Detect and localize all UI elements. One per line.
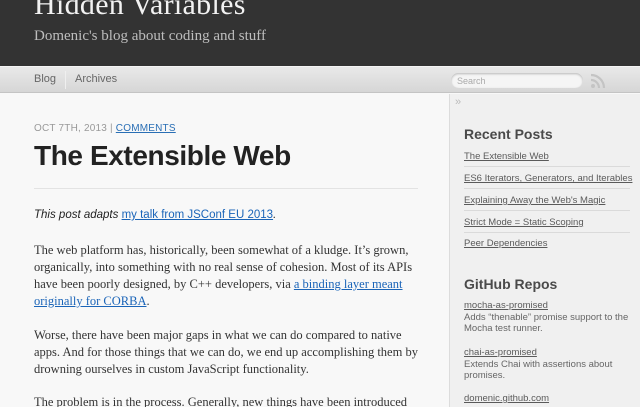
nav-divider bbox=[65, 71, 66, 89]
post-meta: OCT 7TH, 2013 | COMMENTS bbox=[34, 123, 176, 134]
site-header: Hidden Variables Domenic's blog about co… bbox=[0, 0, 640, 66]
comments-link[interactable]: COMMENTS bbox=[116, 123, 176, 134]
recent-post-link[interactable]: The Extensible Web bbox=[464, 151, 634, 162]
repo-description: Extends Chai with assertions about promi… bbox=[464, 359, 613, 381]
post-date: OCT 7TH, 2013 bbox=[34, 123, 108, 134]
paragraph-end: . bbox=[146, 294, 150, 308]
github-repos-heading: GitHub Repos bbox=[464, 276, 558, 292]
list-divider bbox=[464, 188, 630, 189]
search-input[interactable] bbox=[451, 73, 583, 88]
post-paragraph: The problem is in the process. Generally… bbox=[34, 395, 408, 407]
recent-post-link[interactable]: Peer Dependencies bbox=[464, 238, 634, 249]
repo-link[interactable]: mocha-as-promised bbox=[464, 300, 548, 311]
repo-link[interactable]: domenic.github.com bbox=[464, 393, 549, 404]
title-divider bbox=[34, 188, 418, 189]
collapse-sidebar-icon[interactable]: » bbox=[455, 96, 461, 108]
nav-archives-link[interactable]: Archives bbox=[75, 73, 117, 85]
repo-description: Adds “thenable” promise support to the M… bbox=[464, 312, 629, 334]
rss-icon[interactable] bbox=[590, 73, 606, 89]
nav-blog-link[interactable]: Blog bbox=[34, 73, 56, 85]
recent-post-link[interactable]: ES6 Iterators, Generators, and Iterables bbox=[464, 173, 634, 184]
list-divider bbox=[464, 166, 630, 167]
post-intro: This post adapts my talk from JSConf EU … bbox=[34, 209, 276, 221]
intro-end: . bbox=[273, 209, 277, 221]
recent-posts-heading: Recent Posts bbox=[464, 126, 553, 142]
recent-post-link[interactable]: Explaining Away the Web's Magic bbox=[464, 195, 634, 206]
list-divider bbox=[464, 210, 630, 211]
recent-post-link[interactable]: Strict Mode = Static Scoping bbox=[464, 217, 634, 228]
site-subtitle: Domenic's blog about coding and stuff bbox=[34, 28, 266, 44]
post-paragraph: Worse, there have been major gaps in wha… bbox=[34, 328, 418, 376]
list-divider bbox=[464, 232, 630, 233]
jsconf-talk-link[interactable]: my talk from JSConf EU 2013 bbox=[122, 209, 273, 221]
intro-text: This post adapts bbox=[34, 209, 122, 221]
meta-separator: | bbox=[110, 123, 113, 134]
site-title[interactable]: Hidden Variables bbox=[34, 0, 246, 22]
repo-link[interactable]: chai-as-promised bbox=[464, 347, 537, 358]
post-paragraph: The web platform has, historically, been… bbox=[34, 242, 424, 310]
nav-bar: Blog Archives bbox=[0, 66, 640, 93]
post-title: The Extensible Web bbox=[34, 140, 291, 171]
